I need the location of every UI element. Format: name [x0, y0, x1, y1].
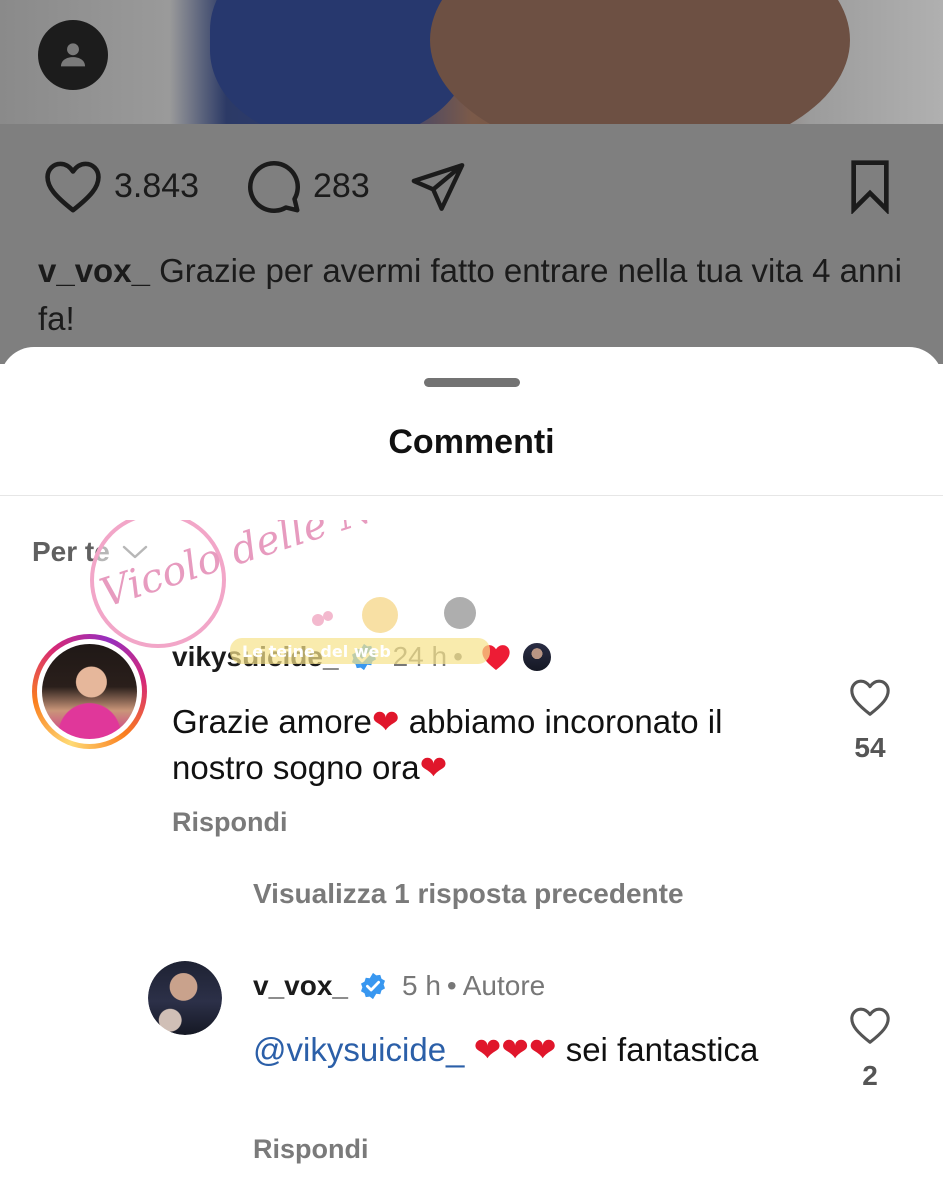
divider: [0, 495, 943, 496]
avatar-photo: [42, 644, 137, 739]
like-count[interactable]: 3.843: [114, 167, 199, 206]
separator-dot: •: [453, 641, 463, 672]
author-badge: Autore: [462, 970, 546, 1001]
reply-username[interactable]: v_vox_: [253, 970, 348, 1002]
verified-icon: [351, 643, 376, 671]
post-caption: v_vox_ Grazie per avermi fatto entrare n…: [38, 247, 918, 343]
like-button[interactable]: 3.843: [42, 158, 199, 214]
reply-text: @vikysuicide_ ❤❤❤ sei fantastica: [253, 1031, 759, 1068]
comment-button[interactable]: 283: [243, 156, 370, 216]
commenter-avatar[interactable]: [32, 634, 147, 749]
comment-text: Grazie amore❤ abbiamo incoronato il nost…: [172, 703, 723, 786]
post-image-fabric: [210, 0, 470, 124]
creator-liked-heart-icon: [482, 645, 510, 670]
comment-icon: [248, 161, 300, 213]
comment-username[interactable]: vikysuicide_: [172, 641, 339, 673]
comment-header: vikysuicide_ 24 h •: [172, 641, 553, 673]
heart-icon: [850, 1007, 890, 1044]
save-button[interactable]: [845, 158, 895, 214]
user-icon: [60, 43, 86, 67]
drag-handle[interactable]: [424, 378, 520, 387]
reply-like-count: 2: [862, 1060, 878, 1091]
share-button[interactable]: [408, 158, 468, 216]
post-actions: 3.843 283: [0, 152, 943, 222]
reply-button[interactable]: Rispondi: [172, 807, 288, 838]
caption-username[interactable]: v_vox_: [38, 252, 150, 289]
reply-button[interactable]: Rispondi: [253, 1134, 369, 1165]
screen: 3.843 283 v_vox_ Grazie per avermi fatto…: [0, 0, 943, 1200]
sort-dropdown[interactable]: Per te: [32, 536, 148, 568]
comment-like-count: 54: [854, 732, 886, 763]
avatar-photo: [148, 961, 222, 1035]
post-image[interactable]: [0, 0, 943, 124]
reply-like[interactable]: 2: [840, 1005, 900, 1092]
sheet-title: Commenti: [388, 423, 555, 461]
reply-avatar[interactable]: [148, 961, 222, 1035]
tagged-user-button[interactable]: [38, 20, 108, 90]
heart-icon: [45, 161, 101, 213]
chevron-down-icon: [122, 545, 148, 559]
comment-like[interactable]: 54: [840, 677, 900, 764]
caption-text: Grazie per avermi fatto entrare nella tu…: [38, 252, 902, 337]
hearts-emoji: ❤❤❤: [473, 1031, 557, 1068]
separator-dot: •: [446, 970, 457, 1001]
reply-header: v_vox_ 5 h • Autore: [253, 970, 545, 1002]
view-previous-replies[interactable]: Visualizza 1 risposta precedente: [253, 878, 684, 910]
post-image-skin: [430, 0, 850, 124]
comments-sheet: Commenti Per te vikysuicide_ 24 h • Graz…: [0, 347, 943, 1200]
bookmark-icon: [851, 160, 889, 214]
heart-emoji: ❤: [419, 749, 448, 786]
comment-count[interactable]: 283: [313, 167, 370, 206]
creator-mini-avatar: [520, 641, 553, 673]
reply-time: 5 h: [401, 970, 441, 1001]
heart-icon: [850, 679, 890, 716]
heart-emoji: ❤: [371, 703, 400, 740]
sort-label: Per te: [32, 536, 110, 567]
verified-icon: [360, 972, 385, 1000]
comment-time: 24 h: [392, 641, 448, 672]
share-icon: [411, 163, 465, 211]
mention-link[interactable]: @vikysuicide_: [253, 1031, 464, 1068]
